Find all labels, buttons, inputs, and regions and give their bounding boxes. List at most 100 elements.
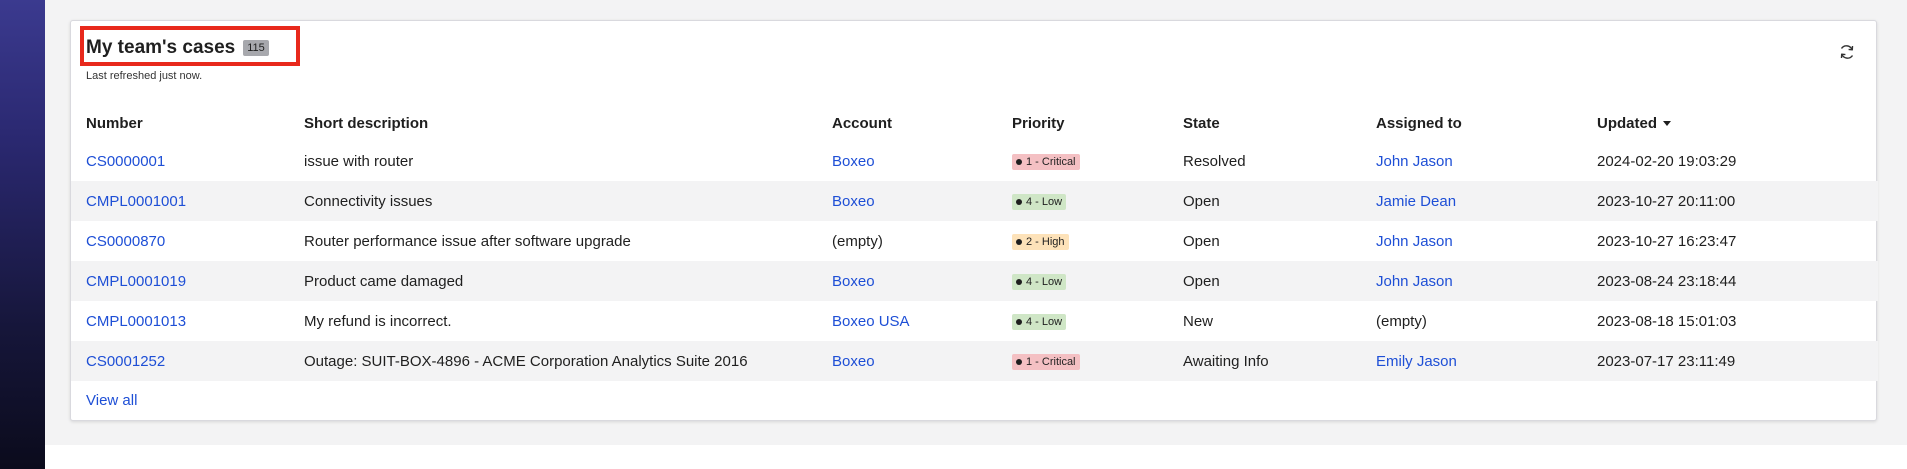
- cell-updated: 2023-10-27 16:23:47: [1597, 232, 1737, 250]
- last-refreshed-text: Last refreshed just now.: [86, 70, 203, 82]
- priority-badge: 2 - High: [1012, 234, 1069, 250]
- case-number-link[interactable]: CMPL0001019: [86, 273, 186, 290]
- cell-assigned-to: John Jason: [1361, 221, 1582, 261]
- refresh-icon[interactable]: [1838, 43, 1856, 61]
- cell-priority: 1 - Critical: [997, 341, 1168, 381]
- cell-priority: 4 - Low: [997, 261, 1168, 301]
- cell-short-description: Outage: SUIT-BOX-4896 - ACME Corporation…: [304, 352, 748, 370]
- cell-state: Open: [1183, 232, 1220, 250]
- column-header-short-description[interactable]: Short description: [289, 105, 817, 141]
- priority-label: 1 - Critical: [1026, 356, 1076, 368]
- priority-badge: 4 - Low: [1012, 194, 1067, 210]
- priority-badge: 1 - Critical: [1012, 354, 1080, 370]
- card-title-text: My team's cases: [86, 37, 236, 58]
- cell-priority: 1 - Critical: [997, 141, 1168, 181]
- account-value: (empty): [832, 232, 883, 250]
- table-row[interactable]: CS0000001 issue with router Boxeo 1 - Criti…: [71, 141, 1878, 181]
- cell-short-description: Connectivity issues: [304, 192, 433, 210]
- cell-account: (empty): [817, 221, 997, 261]
- bottom-strip: [45, 445, 1907, 469]
- cell-number: CS0001252: [71, 341, 289, 381]
- column-header-priority[interactable]: Priority: [997, 105, 1168, 141]
- priority-dot-icon: [1016, 239, 1022, 245]
- column-header-assigned-to[interactable]: Assigned to: [1361, 105, 1582, 141]
- cell-assigned-to: Jamie Dean: [1361, 181, 1582, 221]
- assigned-to-value[interactable]: John Jason: [1376, 153, 1453, 170]
- column-header-updated-label: Updated: [1597, 114, 1657, 132]
- column-header-account[interactable]: Account: [817, 105, 997, 141]
- cell-account: Boxeo: [817, 261, 997, 301]
- cell-number: CS0000001: [71, 141, 289, 181]
- case-number-link[interactable]: CMPL0001001: [86, 193, 186, 210]
- case-number-link[interactable]: CMPL0001013: [86, 313, 186, 330]
- priority-badge: 4 - Low: [1012, 314, 1067, 330]
- cell-number: CMPL0001001: [71, 181, 289, 221]
- cell-assigned-to: John Jason: [1361, 141, 1582, 181]
- priority-label: 1 - Critical: [1026, 156, 1076, 168]
- sort-descending-icon: [1663, 121, 1671, 127]
- cell-updated: 2023-07-17 23:11:49: [1597, 352, 1736, 370]
- cell-assigned-to: John Jason: [1361, 261, 1582, 301]
- card-title: My team's cases 115: [86, 37, 269, 59]
- priority-label: 4 - Low: [1026, 316, 1063, 328]
- account-value[interactable]: Boxeo: [832, 193, 875, 210]
- account-value[interactable]: Boxeo: [832, 273, 875, 290]
- table-row[interactable]: CS0001252 Outage: SUIT-BOX-4896 - ACME Co…: [71, 341, 1878, 381]
- cell-account: Boxeo USA: [817, 301, 997, 341]
- cell-updated: 2023-10-27 20:11:00: [1597, 192, 1736, 210]
- case-number-link[interactable]: CS0001252: [86, 353, 165, 370]
- cell-assigned-to: (empty): [1361, 301, 1582, 341]
- cell-short-description: Router performance issue after software …: [304, 232, 631, 250]
- cell-priority: 2 - High: [997, 221, 1168, 261]
- priority-dot-icon: [1016, 199, 1022, 205]
- column-header-state[interactable]: State: [1168, 105, 1361, 141]
- assigned-to-value[interactable]: Emily Jason: [1376, 353, 1457, 370]
- table-row[interactable]: CS0000870 Router performance issue after …: [71, 221, 1878, 261]
- cell-state: Awaiting Info: [1183, 352, 1269, 370]
- cell-state: Resolved: [1183, 152, 1246, 170]
- priority-label: 4 - Low: [1026, 276, 1063, 288]
- cell-updated: 2023-08-18 15:01:03: [1597, 312, 1737, 330]
- priority-dot-icon: [1016, 359, 1022, 365]
- account-value[interactable]: Boxeo: [832, 353, 875, 370]
- priority-label: 4 - Low: [1026, 196, 1063, 208]
- assigned-to-value: (empty): [1376, 312, 1427, 330]
- account-value[interactable]: Boxeo: [832, 153, 875, 170]
- cell-short-description: My refund is incorrect.: [304, 312, 452, 330]
- cell-short-description: issue with router: [304, 152, 414, 170]
- view-all-link[interactable]: View all: [86, 392, 137, 409]
- cell-number: CS0000870: [71, 221, 289, 261]
- cell-account: Boxeo: [817, 181, 997, 221]
- cell-account: Boxeo: [817, 341, 997, 381]
- cell-priority: 4 - Low: [997, 301, 1168, 341]
- case-number-link[interactable]: CS0000001: [86, 153, 165, 170]
- table-row[interactable]: CMPL0001013 My refund is incorrect. Boxeo …: [71, 301, 1878, 341]
- priority-dot-icon: [1016, 159, 1022, 165]
- cell-number: CMPL0001013: [71, 301, 289, 341]
- cell-updated: 2023-08-24 23:18:44: [1597, 272, 1737, 290]
- table-header-row: Number Short description Account Priorit…: [71, 105, 1878, 141]
- cell-priority: 4 - Low: [997, 181, 1168, 221]
- assigned-to-value[interactable]: John Jason: [1376, 233, 1453, 250]
- cases-table: Number Short description Account Priorit…: [71, 105, 1878, 381]
- priority-badge: 4 - Low: [1012, 274, 1067, 290]
- table-row[interactable]: CMPL0001001 Connectivity issues Boxeo 4 - L…: [71, 181, 1878, 221]
- priority-dot-icon: [1016, 319, 1022, 325]
- case-count-badge: 115: [243, 40, 269, 56]
- cell-updated: 2024-02-20 19:03:29: [1597, 152, 1737, 170]
- assigned-to-value[interactable]: John Jason: [1376, 273, 1453, 290]
- table-row[interactable]: CMPL0001019 Product came damaged Boxeo 4 - …: [71, 261, 1878, 301]
- case-number-link[interactable]: CS0000870: [86, 233, 165, 250]
- column-header-updated[interactable]: Updated: [1582, 105, 1878, 141]
- column-header-number[interactable]: Number: [71, 105, 289, 141]
- team-cases-card: My team's cases 115 Last refreshed just …: [70, 20, 1878, 421]
- assigned-to-value[interactable]: Jamie Dean: [1376, 193, 1456, 210]
- priority-dot-icon: [1016, 279, 1022, 285]
- left-navigation-rail: [0, 0, 45, 469]
- cell-short-description: Product came damaged: [304, 272, 464, 290]
- account-value[interactable]: Boxeo USA: [832, 313, 910, 330]
- priority-label: 2 - High: [1026, 236, 1065, 248]
- cell-state: Open: [1183, 272, 1220, 290]
- cell-number: CMPL0001019: [71, 261, 289, 301]
- cell-assigned-to: Emily Jason: [1361, 341, 1582, 381]
